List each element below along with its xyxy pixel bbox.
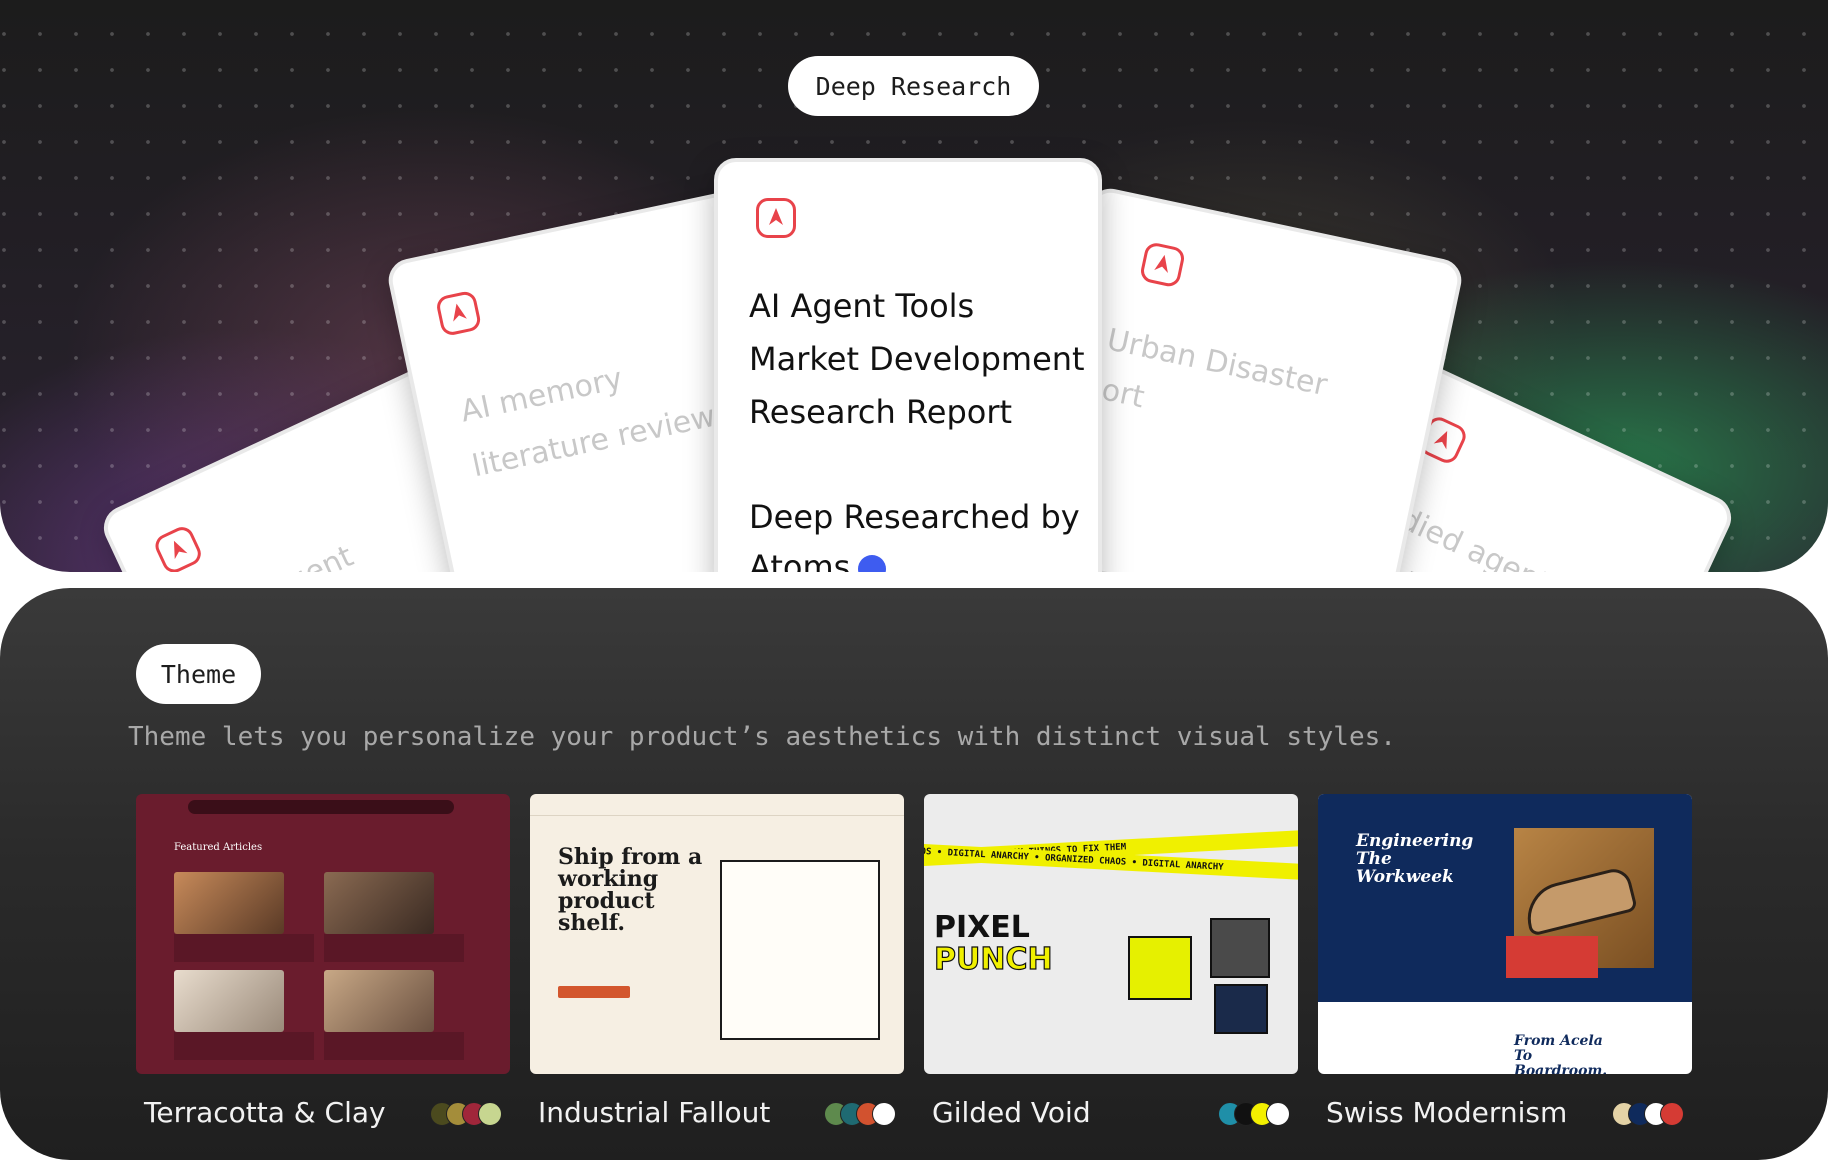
preview-navbar	[530, 794, 904, 816]
research-card-title: AI Agent Tools Market Development Resear…	[749, 287, 1085, 431]
atoms-brand-icon	[858, 555, 887, 572]
swatch	[1266, 1102, 1290, 1126]
deep-research-panel: Deep Research Multi-agent AI memory lite…	[0, 0, 1828, 572]
research-card-featured[interactable]: AI Agent Tools Market Development Resear…	[714, 158, 1102, 572]
deep-research-chip[interactable]: Deep Research	[788, 56, 1039, 116]
preview-caption	[174, 934, 314, 962]
preview-quote-box	[1506, 936, 1598, 978]
preview-heading-line-1: PIXEL	[934, 910, 1030, 945]
theme-preview-swiss[interactable]: Engineering The Workweek From Acela To B…	[1318, 794, 1692, 1074]
atoms-logo-icon	[756, 198, 796, 238]
preview-heading: PIXEL PUNCH	[933, 910, 1053, 977]
preview-caption	[324, 1032, 464, 1060]
theme-panel: Theme Theme lets you personalize your pr…	[0, 588, 1828, 1160]
theme-chip[interactable]: Theme	[136, 644, 261, 704]
theme-preview-terracotta[interactable]: Featured Articles	[136, 794, 510, 1074]
preview-heading-line-2: PUNCH	[933, 942, 1053, 977]
preview-photo	[1214, 984, 1268, 1034]
atoms-logo-icon	[434, 289, 483, 338]
preview-image	[324, 970, 434, 1032]
research-card-label: Multi-agent	[189, 539, 359, 572]
preview-photo	[1210, 918, 1270, 978]
swatch	[1660, 1102, 1684, 1126]
preview-caption	[174, 1032, 314, 1060]
theme-description: Theme lets you personalize your product’…	[128, 722, 1396, 752]
research-card-byline-text: Deep Researched by Atoms	[749, 498, 1080, 572]
theme-name-terracotta: Terracotta & Clay	[144, 1096, 386, 1129]
theme-swatches-industrial	[824, 1102, 914, 1126]
theme-preview-industrial[interactable]: Ship from a working product shelf.	[530, 794, 904, 1074]
preview-image	[174, 970, 284, 1032]
preview-caption	[324, 934, 464, 962]
preview-heading: Ship from a working product shelf.	[558, 844, 703, 936]
swatch	[478, 1102, 502, 1126]
theme-swatches-terracotta	[430, 1102, 520, 1126]
preview-panel	[720, 860, 880, 1040]
preview-footer-heading: From Acela To Boardroom.	[1514, 1033, 1608, 1075]
atoms-logo-icon	[1138, 240, 1187, 289]
theme-swatches-swiss	[1612, 1102, 1702, 1126]
theme-name-swiss: Swiss Modernism	[1326, 1096, 1568, 1129]
swatch	[872, 1102, 896, 1126]
preview-sticker	[1128, 936, 1192, 1000]
theme-name-gilded-void: Gilded Void	[932, 1096, 1091, 1129]
preview-heading: Engineering The Workweek	[1356, 831, 1474, 887]
atoms-logo-icon	[151, 523, 205, 572]
theme-name-industrial: Industrial Fallout	[538, 1096, 771, 1129]
preview-navbar	[188, 800, 454, 814]
preview-cta	[558, 986, 630, 998]
preview-image	[324, 872, 434, 934]
research-card-byline: Deep Researched by Atoms	[749, 492, 1089, 572]
preview-image	[174, 872, 284, 934]
theme-preview-gilded-void[interactable]: TO FIX THEM • WE BREAK THINGS TO FIX THE…	[924, 794, 1298, 1074]
preview-heading: Featured Articles	[174, 842, 263, 853]
theme-swatches-gilded-void	[1218, 1102, 1308, 1126]
